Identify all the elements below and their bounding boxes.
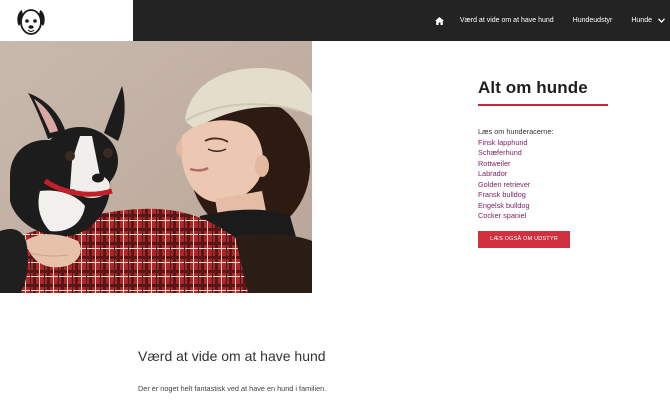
dog-face-icon[interactable] [15, 4, 47, 37]
breeds-intro: Læs om hunderacerne: [478, 127, 554, 136]
nav-item-hunde[interactable]: Hunde [631, 17, 652, 24]
nav-home[interactable] [434, 16, 460, 25]
logo-area[interactable] [0, 0, 133, 41]
section-heading: Værd at vide om at have hund [138, 348, 326, 364]
woman-holding-boston-terrier-photo [0, 41, 312, 293]
breed-link[interactable]: Cocker spaniel [478, 211, 648, 222]
hero-image [0, 41, 312, 293]
title-underline [478, 104, 608, 106]
breed-link[interactable]: Fransk bulldog [478, 190, 648, 201]
nav-item-hundeudstyr[interactable]: Hundeudstyr [573, 17, 613, 24]
breed-link[interactable]: Schæferhund [478, 148, 648, 159]
breed-link[interactable]: Golden retriever [478, 180, 648, 191]
read-about-equipment-button[interactable]: LÆS OGSÅ OM UDSTYR [478, 230, 570, 248]
breed-link[interactable]: Engelsk bulldog [478, 201, 648, 212]
chevron-down-icon[interactable] [658, 18, 665, 23]
breed-link[interactable]: Finsk lapphund [478, 138, 648, 149]
breed-link[interactable]: Rottweiler [478, 159, 648, 170]
main-nav: Værd at vide om at have hund Hundeudstyr… [434, 0, 670, 41]
breed-link[interactable]: Labrador [478, 169, 648, 180]
page-title: Alt om hunde [478, 78, 588, 97]
section-paragraph: Der er noget helt fantastisk ved at have… [138, 384, 327, 393]
home-icon[interactable] [434, 16, 444, 25]
top-navigation-bar: Værd at vide om at have hund Hundeudstyr… [0, 0, 670, 41]
breeds-panel: Alt om hunde Læs om hunderacerne: Finsk … [478, 78, 648, 248]
nav-item-vaerd-at-vide[interactable]: Værd at vide om at have hund [460, 17, 554, 24]
